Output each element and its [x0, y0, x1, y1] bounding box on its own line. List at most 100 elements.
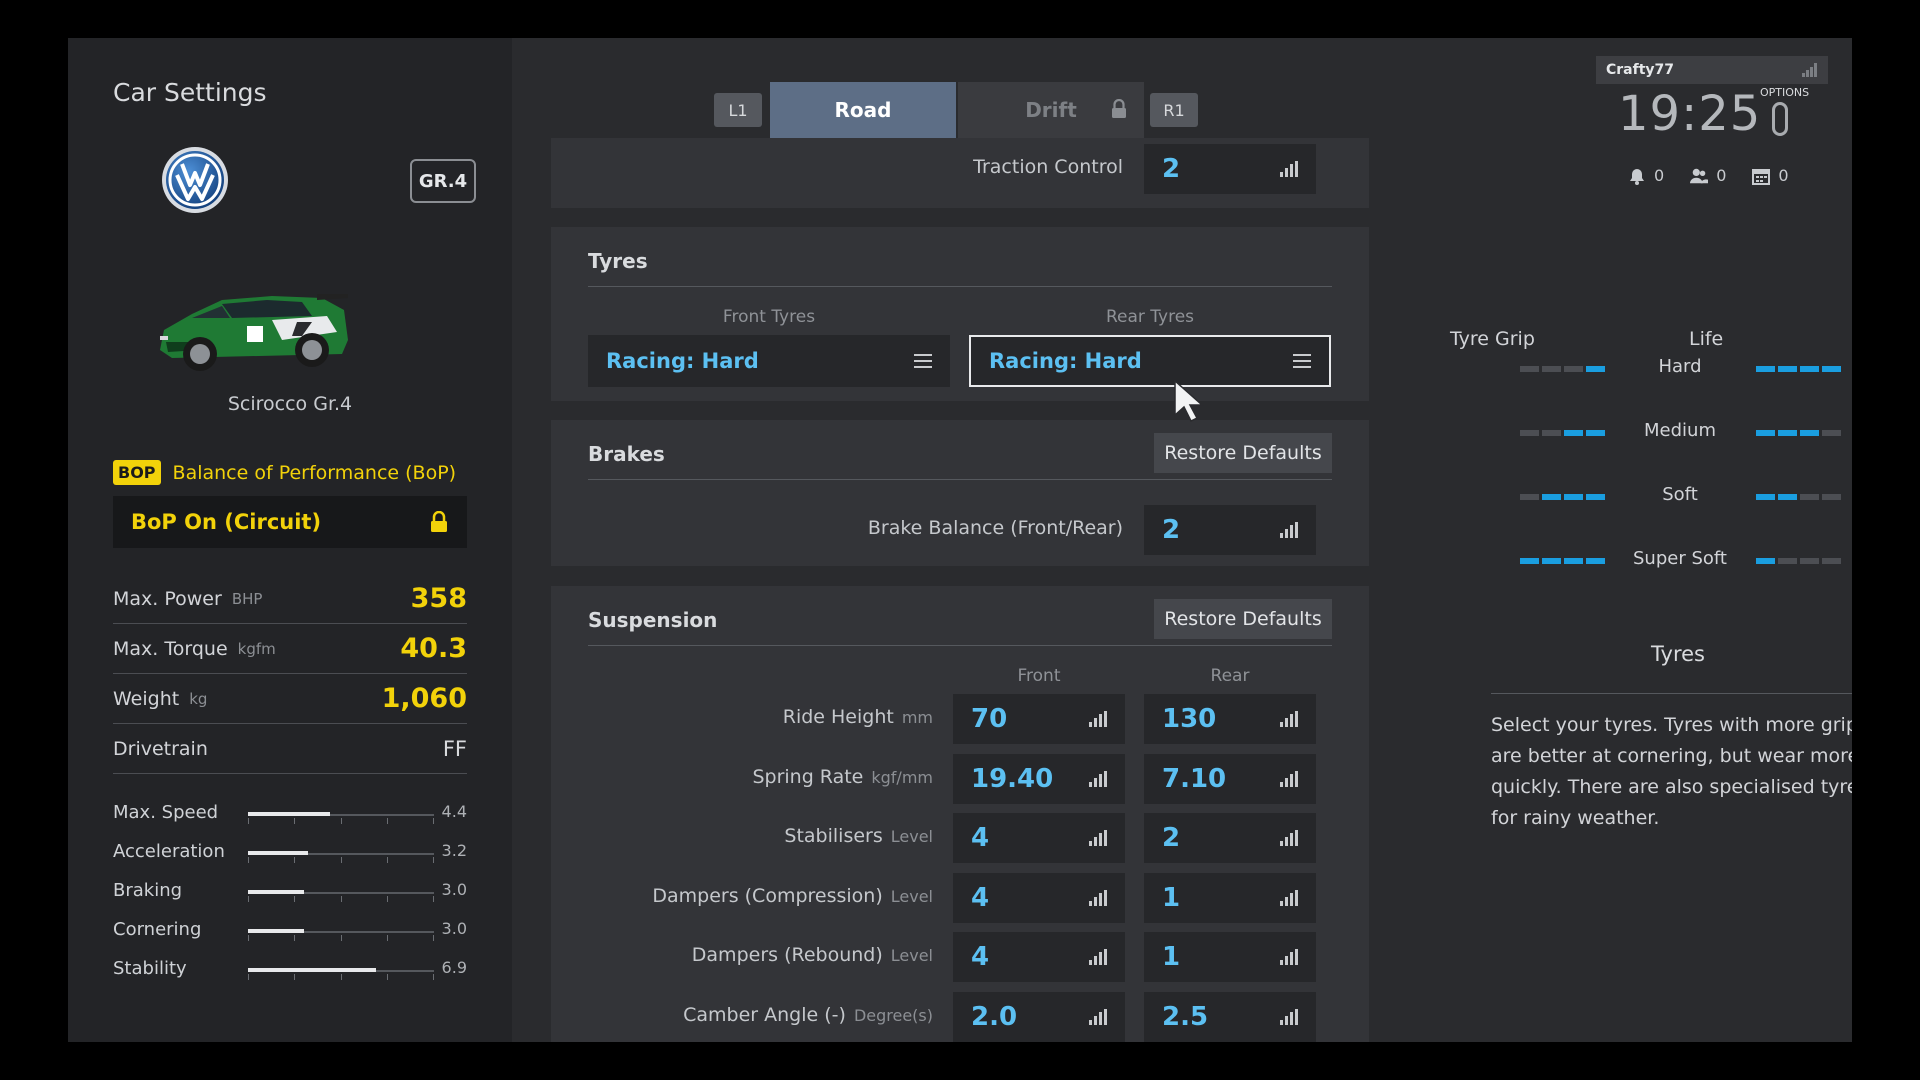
perf-ticks [248, 818, 434, 826]
perf-fill [248, 851, 308, 855]
rear-value-box[interactable]: 2 [1144, 813, 1316, 864]
tyres-title: Tyres [588, 249, 648, 273]
perf-track [248, 890, 434, 894]
pip [1520, 430, 1539, 436]
signal-icon [1802, 63, 1818, 77]
pip [1778, 494, 1797, 500]
pip [1822, 558, 1841, 564]
suspension-row-label: Camber Angle (-) Degree(s) [683, 1004, 933, 1026]
level-bars-icon [1280, 770, 1298, 787]
stat-label: Max. Power [113, 587, 222, 610]
level-bars-icon [1280, 1009, 1298, 1025]
pip [1586, 430, 1605, 436]
r1-button[interactable]: R1 [1150, 93, 1198, 127]
tyre-compound-row: Super Soft [1520, 546, 1841, 576]
front-value-box[interactable]: 2.0 [953, 992, 1125, 1042]
perf-fill [248, 812, 330, 816]
rear-value-box[interactable]: 2.5 [1144, 992, 1316, 1042]
level-bars-icon [1089, 770, 1107, 787]
pip [1520, 494, 1539, 500]
perf-label: Max. Speed [113, 802, 219, 823]
perf-fill [248, 890, 304, 894]
car-name: Scirocco Gr.4 [227, 393, 353, 415]
rear-value-box[interactable]: 1 [1144, 872, 1316, 923]
level-bars-icon [1280, 889, 1298, 906]
setting-label-text: Brake Balance (Front/Rear) [867, 517, 1123, 539]
pip [1520, 558, 1539, 564]
grip-pips [1520, 430, 1605, 436]
rear-value-box[interactable]: 130 [1144, 694, 1316, 744]
rear-value-box[interactable]: 1 [1144, 932, 1316, 983]
grip-pips [1520, 366, 1605, 372]
stat-value: 1,060 [381, 683, 467, 714]
compound-name: Soft [1662, 484, 1698, 505]
tab-drift[interactable]: Drift [958, 82, 1144, 138]
calendar-icon [1752, 168, 1771, 185]
compound-name: Hard [1658, 356, 1702, 377]
rear-column-head: Rear [1210, 666, 1250, 686]
notifications[interactable]: 0 [1628, 166, 1664, 185]
front-value-box[interactable]: 4 [953, 813, 1125, 864]
front-value-box[interactable]: 4 [953, 932, 1125, 983]
level-bars-icon [1089, 889, 1107, 906]
tick [248, 896, 249, 902]
tick [294, 935, 296, 941]
perf-fill [248, 968, 377, 972]
help-title: Tyres [1650, 642, 1706, 666]
suspension-row-label: Ride Height mm [783, 706, 933, 728]
rear-value: 2.5 [1162, 1002, 1209, 1032]
tick [294, 974, 296, 980]
setting-label-text: Dampers (Compression) [652, 884, 883, 907]
tyre-grip-head: Tyre Grip [1450, 328, 1535, 350]
tick [248, 857, 249, 863]
suspension-row-label: Stabilisers Level [784, 825, 933, 847]
lock-icon [1112, 99, 1126, 118]
stat-label: Weight [113, 687, 180, 710]
brake-balance-value-box[interactable]: 2 [1144, 505, 1316, 555]
tab-label: Drift [1025, 98, 1077, 122]
perf-value: 4.4 [441, 802, 467, 821]
tick [433, 857, 434, 863]
help-text: Select your tyres. Tyres with more grip … [1491, 714, 1852, 829]
stat-value: 40.3 [400, 633, 467, 664]
pip [1756, 366, 1775, 372]
brakes-restore-defaults-button[interactable]: Restore Defaults [1154, 433, 1332, 473]
front-value: 2.0 [971, 1002, 1018, 1032]
level-bars-icon [1089, 1009, 1107, 1025]
front-value-box[interactable]: 4 [953, 872, 1125, 923]
tick [248, 818, 249, 824]
front-value-box[interactable]: 19.40 [953, 753, 1125, 804]
l1-button[interactable]: L1 [714, 93, 762, 127]
stat-value: 358 [410, 583, 467, 614]
front-tyres-select[interactable]: Racing: Hard [588, 335, 950, 387]
friends[interactable]: 0 [1690, 166, 1726, 185]
rear-value: 130 [1162, 704, 1217, 734]
rear-value: 1 [1162, 942, 1181, 973]
tab-road[interactable]: Road [770, 82, 956, 138]
tick [386, 857, 388, 863]
pip [1564, 558, 1583, 564]
front-tyres-value: Racing: Hard [606, 349, 759, 373]
options-button-icon[interactable] [1772, 102, 1788, 136]
bop-header: BOP Balance of Performance (BoP) [113, 460, 456, 485]
username: Crafty77 [1606, 62, 1675, 78]
front-value-box[interactable]: 70 [953, 694, 1125, 744]
tick [294, 857, 296, 863]
traction-value-box[interactable]: 2 [1144, 144, 1316, 194]
tick [433, 818, 434, 824]
level-bars-icon [1089, 830, 1107, 847]
suspension-restore-defaults-button[interactable]: Restore Defaults [1154, 599, 1332, 639]
life-pips [1756, 558, 1841, 564]
rear-value-box[interactable]: 7.10 [1144, 753, 1316, 804]
pip [1756, 494, 1775, 500]
pip [1756, 558, 1775, 564]
pip [1756, 430, 1775, 436]
setting-label-text: Stabilisers [784, 825, 883, 848]
car-settings-screen: Car Settings GR.4 Scirocco Gr.4 BOP Bala… [68, 38, 1852, 1042]
tick [340, 896, 342, 902]
perf-track [248, 851, 434, 855]
events[interactable]: 0 [1752, 166, 1789, 185]
pip [1778, 366, 1797, 372]
rear-tyres-select[interactable]: Racing: Hard [969, 335, 1331, 387]
bell-icon [1630, 168, 1644, 185]
